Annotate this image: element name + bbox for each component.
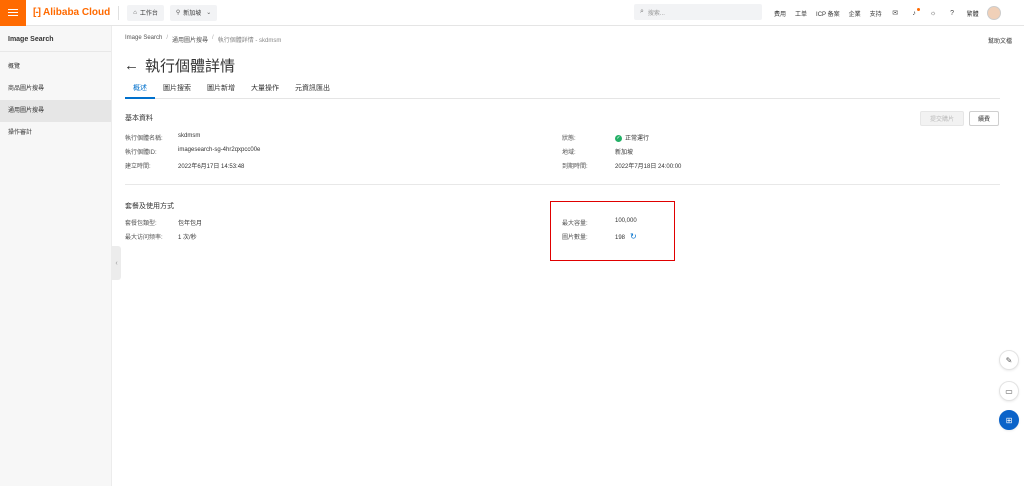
breadcrumb-current: 執行個體詳情 - skdmsm — [217, 38, 282, 44]
divider — [125, 184, 1000, 185]
field-status: 狀態: ✓ 正常運行 — [562, 134, 650, 142]
tab-image-search[interactable]: 圖片搜索 — [155, 82, 199, 99]
field-instance-id: 執行個體ID: imagesearch-sg-4hr2qxpcc00e — [125, 147, 261, 156]
home-icon: ⌂ — [133, 9, 137, 16]
language-switch[interactable]: 繁體 — [967, 9, 979, 18]
tab-bulk-ops[interactable]: 大量操作 — [243, 82, 287, 99]
enterprise-link[interactable]: 企業 — [849, 9, 861, 18]
field-plan-type: 套餐包類型: 包年包月 — [125, 221, 203, 227]
page-title: ← 執行個體詳情 — [124, 57, 236, 75]
chevron-down-icon: ⌄ — [206, 10, 212, 16]
main-content: Image Search / 通用圖片搜尋 / 執行個體詳情 - skdmsm … — [112, 26, 1024, 486]
edit-icon[interactable]: ✎ — [999, 350, 1019, 370]
sidebar-title: Image Search — [0, 26, 111, 52]
breadcrumb-item[interactable]: 通用圖片搜尋 — [172, 35, 208, 44]
sidebar-item-overview[interactable]: 概覽 — [0, 56, 111, 78]
logo-icon: [-] — [33, 7, 41, 18]
sync-button[interactable]: 提交購片 — [920, 111, 964, 126]
sidebar-item-audit[interactable]: 操作審計 — [0, 122, 111, 144]
bell-icon[interactable]: ♪ — [910, 7, 920, 18]
sidebar-item-general-search[interactable]: 通用圖片搜尋 — [0, 100, 111, 122]
avatar[interactable] — [986, 6, 1001, 20]
lightbulb-icon[interactable]: ☼ — [929, 9, 938, 18]
region-selector[interactable]: ⚲ 新加坡 ⌄ — [169, 4, 218, 21]
sidebar: Image Search 概覽 商品圖片搜尋 通用圖片搜尋 操作審計 — [0, 26, 112, 486]
field-instance-name: 執行個體名稱: skdmsm — [125, 133, 201, 142]
tab-bar: 概述 圖片搜索 圖片新增 大量操作 元資訊匯出 — [125, 82, 1000, 99]
basic-info-title: 基本資料 — [125, 115, 153, 122]
search-icon: ⌕ — [640, 8, 644, 15]
message-icon[interactable]: ✉ — [891, 9, 900, 18]
workbench-button[interactable]: ⌂ 工作台 — [127, 4, 164, 21]
breadcrumb-item[interactable]: Image Search — [125, 35, 162, 44]
help-icon[interactable]: ? — [948, 9, 957, 18]
apps-grid-icon[interactable]: ⊞ — [999, 410, 1019, 430]
sidebar-item-product-search[interactable]: 商品圖片搜尋 — [0, 78, 111, 100]
alibaba-cloud-logo[interactable]: [-] Alibaba Cloud — [33, 0, 110, 26]
help-doc-link[interactable]: 幫助文檔 — [988, 36, 1012, 45]
renew-button[interactable]: 續費 — [969, 111, 999, 126]
search-input[interactable]: ⌕ 搜索... — [634, 4, 762, 20]
chat-icon[interactable]: ▭ — [999, 381, 1019, 401]
field-expire-time: 到期時間: 2022年7月18日 24:00:00 — [562, 164, 682, 170]
field-max-qps: 最大访问频率: 1 次/秒 — [125, 235, 197, 241]
tab-overview[interactable]: 概述 — [125, 82, 155, 99]
check-circle-icon: ✓ — [615, 134, 622, 142]
billing-link[interactable]: 费用 — [774, 9, 786, 18]
back-arrow-icon[interactable]: ← — [124, 58, 139, 73]
menu-icon[interactable] — [0, 0, 26, 26]
tab-metadata-export[interactable]: 元資訊匯出 — [287, 82, 338, 99]
tab-image-add[interactable]: 圖片新增 — [199, 82, 243, 99]
ticket-link[interactable]: 工单 — [795, 9, 807, 18]
field-created-time: 建立時間: 2022年6月17日 14:53:48 — [125, 164, 245, 170]
highlight-annotation-box — [550, 201, 675, 261]
support-link[interactable]: 支持 — [870, 9, 882, 18]
location-icon: ⚲ — [175, 10, 181, 16]
breadcrumb: Image Search / 通用圖片搜尋 / 執行個體詳情 - skdmsm — [125, 35, 282, 44]
icp-link[interactable]: ICP 备案 — [816, 9, 840, 18]
plan-info-title: 套餐及使用方式 — [125, 203, 174, 210]
status-badge: 正常運行 — [625, 136, 650, 142]
top-links: 费用 工单 ICP 备案 企業 支持 ✉ ♪ ☼ ? 繁體 — [774, 0, 1001, 26]
field-region: 地域: 新加坡 — [562, 150, 634, 156]
